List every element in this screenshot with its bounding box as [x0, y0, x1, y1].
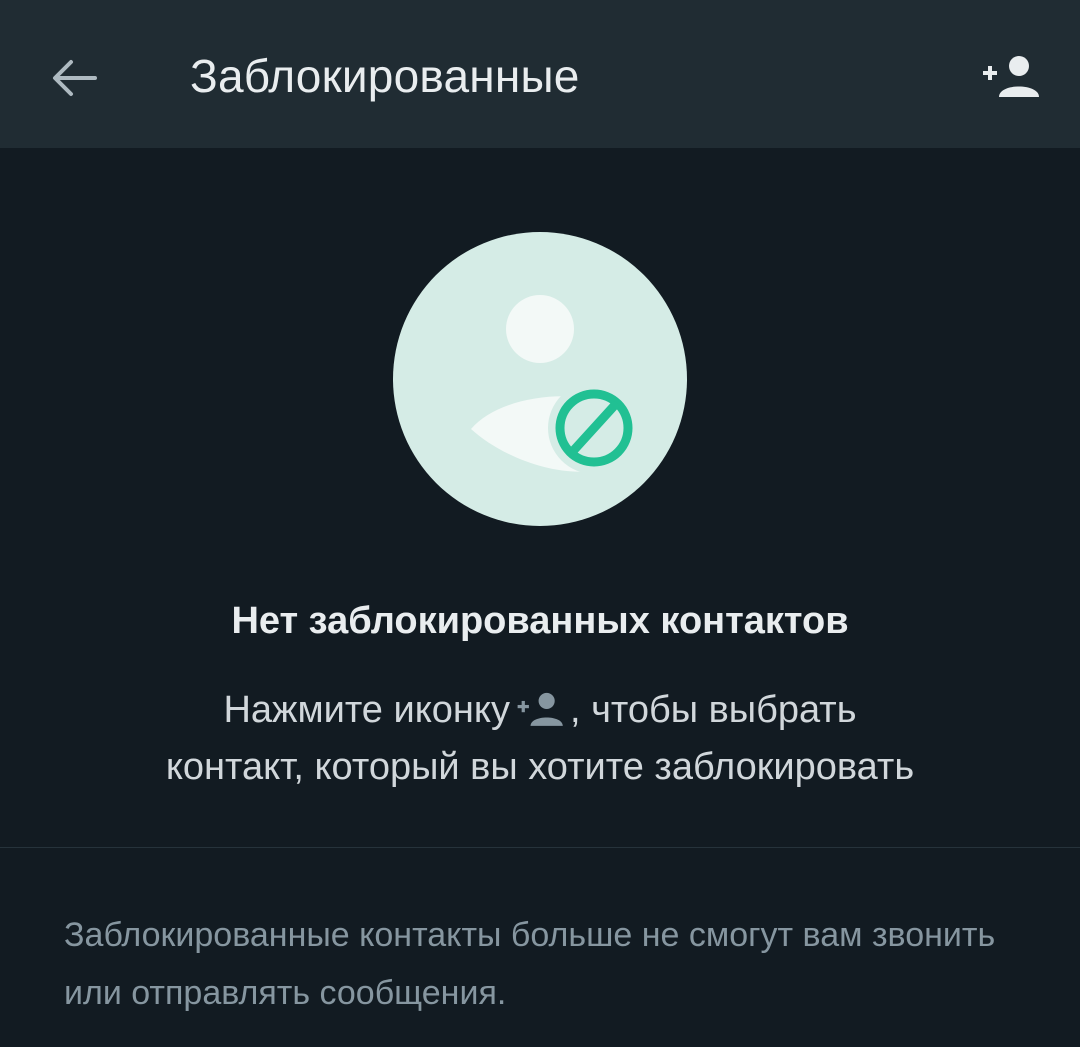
person-add-icon	[516, 688, 566, 741]
person-add-icon	[983, 56, 1039, 97]
arrow-left-icon	[53, 60, 97, 96]
hint-text-line2: контакт, который вы хотите заблокировать	[165, 746, 915, 788]
add-blocked-contact-button[interactable]	[976, 46, 1048, 106]
empty-state-title: Нет заблокированных контактов	[231, 600, 849, 642]
hint-text-start: Нажмите иконку	[223, 689, 510, 731]
page-title: Заблокированные	[190, 50, 580, 102]
blocked-illustration	[393, 232, 687, 526]
blocked-person-icon	[471, 295, 640, 474]
hint-text-after-icon: , чтобы выбрать	[569, 689, 857, 731]
toolbar: Заблокированные	[0, 0, 1080, 148]
divider	[0, 847, 1080, 848]
blocked-contacts-screen: Заблокированные Нет заблокированных конт…	[0, 0, 1080, 1047]
blocked-contacts-note: Заблокированные контакты больше не смогу…	[64, 916, 996, 1012]
back-button[interactable]	[46, 50, 102, 106]
empty-state-hint: Нажмите иконку , чтобы выбрать контакт, …	[0, 684, 1080, 794]
